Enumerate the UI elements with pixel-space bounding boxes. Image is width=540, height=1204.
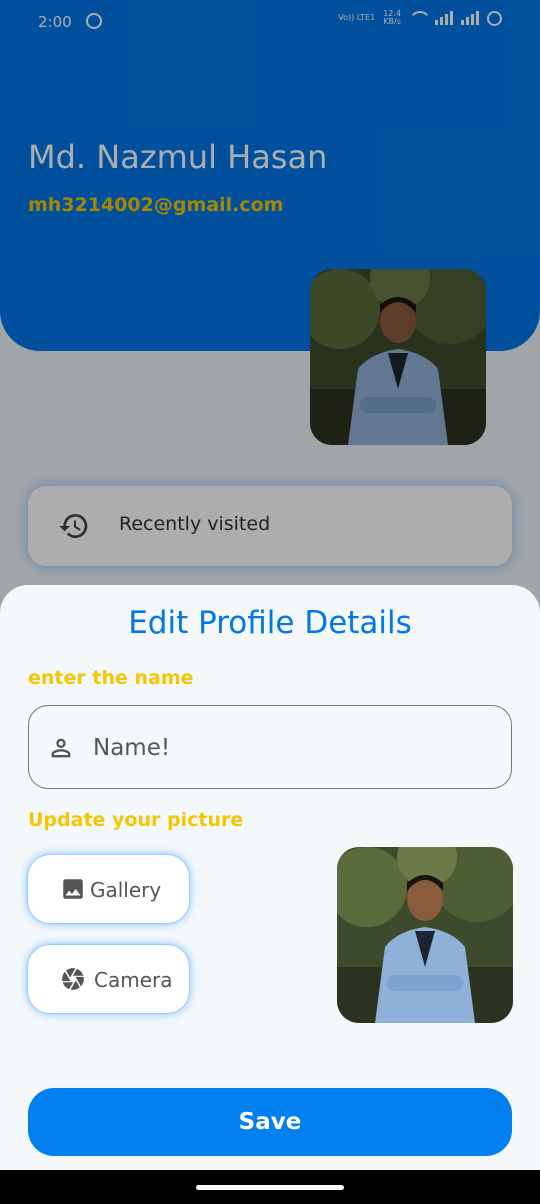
save-button[interactable]: Save — [28, 1088, 512, 1156]
edit-profile-sheet: Edit Profile Details enter the name Upda… — [0, 585, 540, 1175]
gallery-label: Gallery — [90, 878, 162, 902]
home-indicator[interactable] — [196, 1185, 344, 1190]
camera-shutter-icon — [62, 968, 84, 990]
picture-label: Update your picture — [28, 809, 244, 831]
gallery-button[interactable]: Gallery — [28, 855, 189, 923]
image-icon — [63, 879, 83, 899]
camera-label: Camera — [94, 968, 173, 992]
picture-preview — [337, 847, 513, 1023]
person-icon — [51, 738, 71, 758]
camera-button[interactable]: Camera — [28, 945, 189, 1013]
name-field[interactable] — [28, 705, 512, 790]
profile-photo — [337, 847, 513, 1023]
sheet-title: Edit Profile Details — [128, 605, 412, 641]
name-input[interactable] — [93, 706, 493, 790]
name-field-label: enter the name — [28, 667, 194, 689]
system-nav-bar — [0, 1170, 540, 1204]
